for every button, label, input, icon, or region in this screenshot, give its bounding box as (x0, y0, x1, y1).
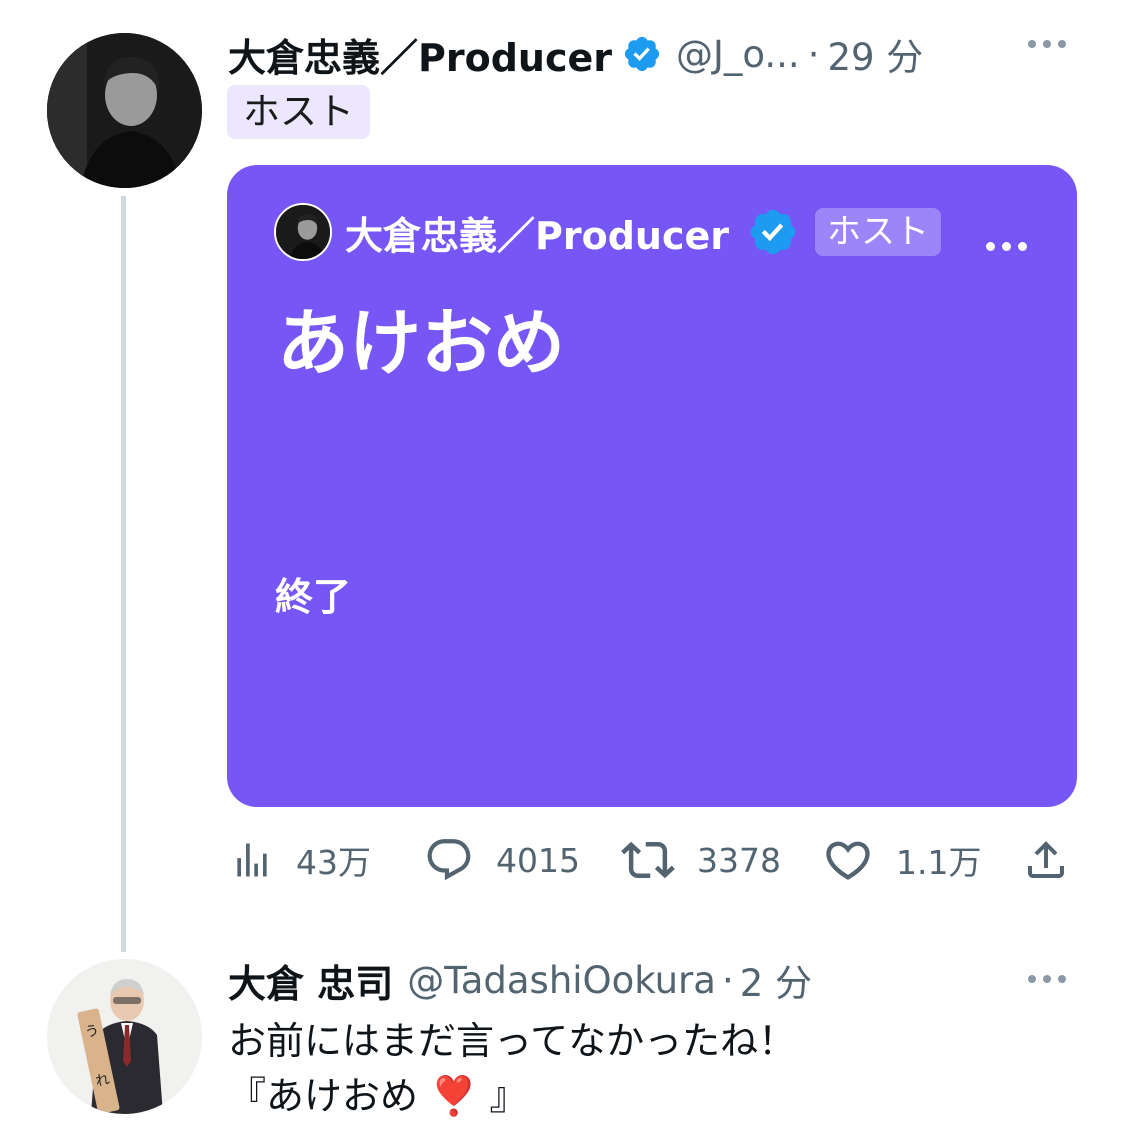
retweet-count: 3378 (697, 840, 781, 880)
tweet-header: 大倉忠義／Producer @J_o... · 29 分 (228, 26, 923, 82)
avatar[interactable] (47, 33, 202, 188)
reply-icon (427, 839, 471, 881)
heart-icon (826, 841, 870, 880)
views-button[interactable]: 43万 (230, 832, 371, 888)
host-badge: ホスト (227, 85, 370, 139)
retweet-button[interactable]: 3378 (621, 832, 781, 888)
like-count: 1.1万 (896, 843, 982, 882)
timestamp[interactable]: 2 分 (740, 953, 812, 1007)
space-host-avatar (274, 203, 332, 261)
more-options-icon[interactable] (1028, 40, 1066, 48)
user-handle[interactable]: @TadashiOokura (407, 959, 716, 1002)
tweet-action-bar: 43万 4015 3378 1.1万 (228, 832, 1076, 888)
thread-connector-line (121, 196, 126, 952)
tweet-text-line: お前にはまだ言ってなかったね！ (228, 1019, 797, 1063)
space-status: 終了 (275, 575, 352, 619)
space-more-icon[interactable] (986, 242, 1027, 251)
separator-dot: · (721, 958, 734, 1002)
like-button[interactable]: 1.1万 (822, 832, 981, 888)
verified-badge-icon (624, 36, 660, 72)
space-title: あけおめ (277, 301, 566, 385)
space-card-header: 大倉忠義／Producer ホスト (345, 201, 941, 263)
analytics-icon (237, 843, 267, 877)
more-options-icon[interactable] (1028, 975, 1066, 983)
views-count: 43万 (296, 843, 371, 882)
space-card[interactable]: 大倉忠義／Producer ホスト あけおめ 終了 (227, 165, 1077, 807)
retweet-icon (621, 841, 675, 879)
reply-count: 4015 (496, 840, 580, 880)
space-host-name: 大倉忠義／Producer (345, 213, 729, 258)
timestamp[interactable]: 29 分 (827, 27, 923, 81)
reply-button[interactable]: 4015 (424, 832, 580, 888)
user-handle[interactable]: @J_o... (676, 33, 800, 76)
display-name[interactable]: 大倉 忠司 (228, 953, 393, 1008)
verified-badge-icon (750, 209, 796, 255)
separator-dot: · (807, 32, 820, 76)
tweet-text: お前にはまだ言ってなかったね！ 『あけおめ ❣️ 』 (228, 1014, 796, 1124)
share-button[interactable] (1022, 832, 1070, 888)
space-host-badge: ホスト (815, 208, 941, 256)
tweet-header: 大倉 忠司 @TadashiOokura · 2 分 (228, 952, 812, 1008)
share-icon (1028, 841, 1064, 878)
display-name[interactable]: 大倉忠義／Producer (228, 27, 612, 82)
avatar[interactable]: う れ (47, 959, 202, 1114)
tweet-text-line: 『あけおめ ❣️ 』 (228, 1074, 528, 1118)
